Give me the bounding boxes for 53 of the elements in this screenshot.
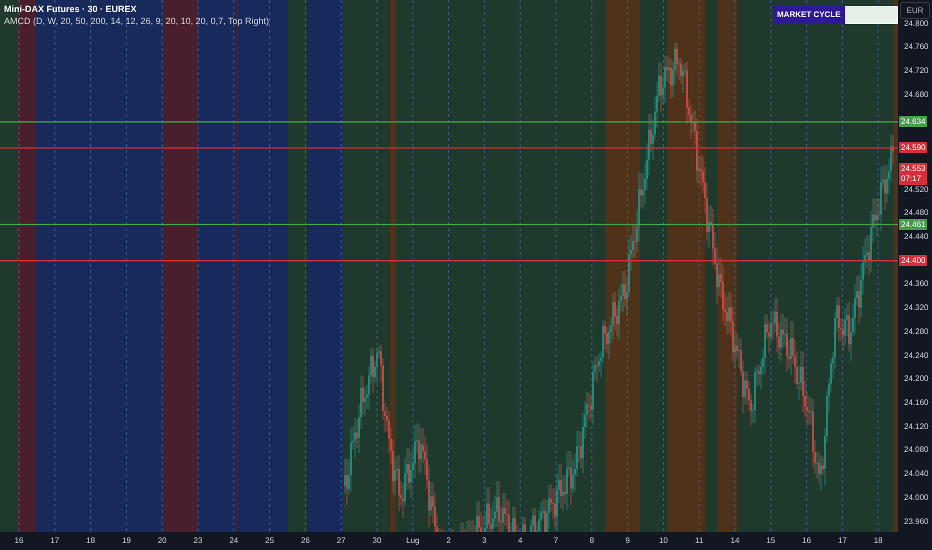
time-axis-label: 3 — [482, 535, 487, 547]
market-cycle-value-cell — [844, 6, 898, 24]
time-axis-label: 2 — [446, 535, 451, 547]
time-axis-label: 7 — [554, 535, 558, 547]
time-axis-label: 25 — [265, 535, 274, 547]
price-tick-label: 24.040 — [904, 469, 928, 480]
price-tick-label: 24.800 — [904, 18, 928, 28]
time-axis-label: 23 — [194, 535, 202, 547]
price-level-tag: 24.461 — [899, 218, 928, 230]
time-axis-label: 18 — [86, 535, 96, 547]
price-tick-label: 24.520 — [904, 184, 928, 195]
time-axis-label: 8 — [590, 535, 594, 547]
price-tick-label: 24.760 — [904, 42, 928, 52]
price-level-tag: 24.400 — [899, 254, 928, 266]
market-cycle-label: MARKET CYCLE — [773, 6, 845, 24]
price-tick-label: 24.480 — [904, 208, 928, 218]
price-tick-label: 24.280 — [904, 326, 928, 337]
time-axis-label: 20 — [158, 535, 167, 547]
price-tick-label: 24.120 — [904, 422, 928, 432]
price-tick-label: 24.680 — [904, 90, 928, 100]
time-axis-label: 17 — [50, 535, 60, 547]
time-axis-label: 16 — [802, 535, 812, 547]
chart-title: Mini-DAX Futures · 30 · EUREX — [4, 3, 138, 15]
time-axis-label: 18 — [874, 535, 883, 547]
time-axis-label: 14 — [730, 535, 740, 547]
time-axis-label: 16 — [14, 535, 24, 547]
currency-button[interactable]: EUR — [900, 2, 930, 19]
price-tick-label: 24.720 — [904, 66, 928, 76]
price-level-tag: 24.590 — [899, 142, 928, 154]
last-price-tag: 24.553 07:17 — [899, 162, 928, 185]
price-tick-label: 24.360 — [904, 279, 928, 290]
price-tick-label: 24.200 — [904, 374, 928, 384]
time-axis-label: 17 — [838, 535, 847, 547]
time-axis-label: 4 — [518, 535, 522, 547]
time-axis-label: 24 — [229, 535, 238, 547]
time-axis-label: 9 — [625, 535, 630, 547]
price-tick-label: 24.080 — [904, 445, 928, 456]
time-axis-label: 19 — [122, 535, 131, 547]
time-axis-label: Lug — [406, 535, 420, 547]
price-tick-label: 23.960 — [904, 516, 928, 527]
time-axis-label: 26 — [300, 535, 310, 547]
time-axis-label: 30 — [372, 535, 382, 547]
time-axis-label: 10 — [658, 535, 668, 547]
time-axis-label: 15 — [766, 535, 776, 547]
price-tick-label: 24.440 — [904, 232, 928, 242]
time-axis-label: 11 — [695, 535, 704, 547]
price-tick-label: 24.160 — [904, 398, 928, 408]
indicator-label: AMCD (D, W, 20, 50, 200, 14, 12, 26, 9, 20, 10, 20, 0,7, Top Right) — [4, 15, 269, 27]
price-level-tag: 24.634 — [899, 116, 928, 127]
price-tick-label: 24.240 — [904, 350, 928, 361]
time-axis-label: 27 — [336, 535, 346, 547]
price-tick-label: 24.000 — [904, 492, 928, 503]
price-tick-label: 24.320 — [904, 303, 928, 314]
